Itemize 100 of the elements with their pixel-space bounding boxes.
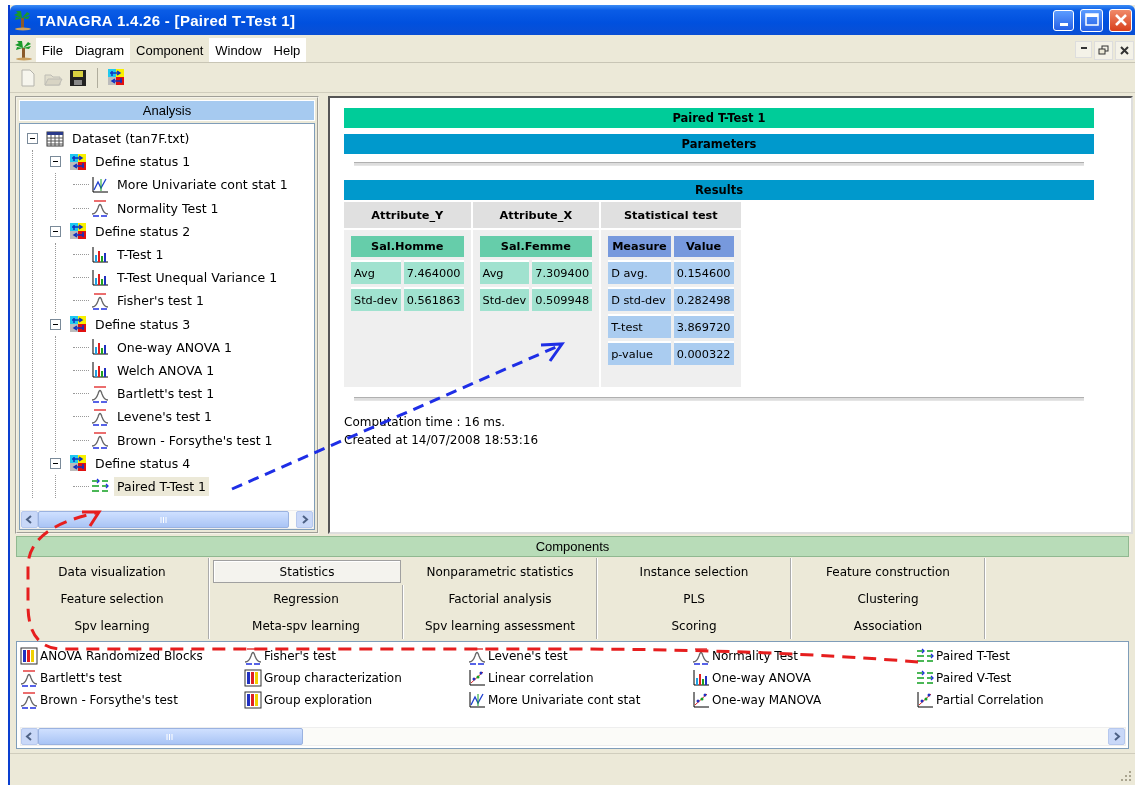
arrows-squares-icon[interactable] [107,67,127,88]
bell-curve-icon [91,291,109,310]
tab[interactable]: Feature selection [16,585,210,612]
scrollbar[interactable] [20,510,314,529]
menu-item[interactable]: Window [209,38,268,62]
striped-grid-icon [244,669,262,687]
bell-curve-icon [91,384,109,403]
tool-list-item[interactable]: Levene's test [488,649,568,663]
tool-list-item[interactable]: Fisher's test [264,649,336,663]
tab[interactable]: Spv learning [16,612,210,639]
palm-tree-icon [13,9,33,31]
chevron-right-icon[interactable] [1112,732,1121,741]
minimize-icon [1080,46,1087,49]
bell-curve-icon [91,407,109,426]
tree-item[interactable]: Fisher's test 1 [114,291,207,311]
chevron-left-icon[interactable] [25,732,34,741]
section-heading: Parameters [344,134,1094,154]
scroll-left-button[interactable] [21,511,38,528]
table-cell: Avg [351,260,401,284]
tree-item[interactable]: Levene's test 1 [114,407,215,427]
tree-item[interactable]: More Univariate cont stat 1 [114,175,291,195]
chevron-right-icon[interactable] [300,515,309,524]
tab[interactable]: Instance selection [598,558,792,585]
tool-list-item[interactable]: More Univariate cont stat [488,693,641,707]
tab[interactable]: Meta-spv learning [210,612,404,639]
collapse-icon[interactable] [50,318,61,330]
palm-tree-icon [14,39,34,61]
column-header: Value [673,236,734,257]
menu-item[interactable]: Diagram [68,38,131,62]
tool-list-item[interactable]: Brown - Forsythe's test [40,693,178,707]
scrollbar[interactable] [20,727,1126,746]
column-header: Sal.Homme [351,236,464,257]
bar-chart-icon [692,669,710,687]
tool-list-item[interactable]: Paired T-Test [936,649,1010,663]
tool-list-item[interactable]: One-way ANOVA [712,671,811,685]
tool-list-item[interactable]: Paired V-Test [936,671,1012,685]
table-cell: 3.869720 [673,314,734,338]
panel-header: Analysis [19,100,315,121]
scatter-plot-icon [692,691,710,709]
collapse-icon[interactable] [50,156,61,168]
bar-chart-icon [91,245,109,264]
menu-item[interactable]: File [36,38,69,62]
tab[interactable]: Data visualization [16,558,210,585]
scroll-left-button[interactable] [21,728,38,745]
tab[interactable]: Factorial analysis [404,585,598,612]
maximize-button[interactable] [1080,8,1103,32]
tree-item[interactable]: T-Test Unequal Variance 1 [114,268,281,288]
scroll-right-button[interactable] [296,511,313,528]
tree-item[interactable]: Normality Test 1 [114,198,222,218]
chevron-left-icon[interactable] [25,515,34,524]
tree-item[interactable]: Brown - Forsythe's test 1 [114,430,276,450]
column-header: Sal.Femme [479,236,593,257]
scrollbar-thumb[interactable] [38,728,303,745]
collapse-icon[interactable] [50,225,61,237]
tool-list-item[interactable]: Group characterization [264,671,402,685]
tab[interactable]: Statistics [213,560,401,583]
scrollbar-thumb[interactable] [38,511,290,528]
close-button[interactable] [1115,41,1134,60]
tool-list-item[interactable]: Bartlett's test [40,671,122,685]
tool-list-item[interactable]: One-way MANOVA [712,693,822,707]
restore-button[interactable] [1094,41,1113,60]
tree-item[interactable]: Welch ANOVA 1 [114,360,218,380]
bar-chart-icon [91,268,109,287]
collapse-icon[interactable] [27,133,38,145]
info-text: Computation time : 16 ms. [344,414,507,431]
tool-list-item[interactable]: Partial Correlation [936,693,1044,707]
collapse-icon[interactable] [50,457,61,469]
window-title: TANAGRA 1.4.26 - [Paired T-Test 1] [37,11,296,29]
arrows-squares-icon [69,152,87,171]
resize-grip-icon[interactable] [1120,770,1132,782]
restore-icon [1097,44,1110,57]
tool-list-item[interactable]: ANOVA Randomized Blocks [40,649,203,663]
table-cell: D std-dev [608,287,671,311]
tree-item[interactable]: Bartlett's test 1 [114,384,218,404]
tool-list-item[interactable]: Group exploration [264,693,373,707]
scroll-right-button[interactable] [1108,728,1125,745]
tree-item[interactable]: Define status 4 [92,453,194,473]
tab[interactable]: Clustering [792,585,986,612]
tool-list-item[interactable]: Linear correlation [488,671,594,685]
tab[interactable]: Feature construction [792,558,986,585]
tree-item[interactable]: Paired T-Test 1 [114,476,209,496]
bell-curve-icon [20,669,38,687]
paired-arrows-icon [916,669,934,687]
tree-item[interactable]: One-way ANOVA 1 [114,337,235,357]
panel-header: Components [16,536,1129,557]
tree-item[interactable]: T-Test 1 [114,245,167,265]
tab[interactable]: Regression [210,585,404,612]
tree-item[interactable]: Define status 3 [92,314,194,334]
tree-item[interactable]: Define status 2 [92,221,194,241]
tab[interactable]: Spv learning assessment [404,612,598,639]
tab[interactable]: PLS [598,585,792,612]
tab[interactable]: Nonparametric statistics [404,558,598,585]
tree-item[interactable]: Define status 1 [92,152,194,172]
minimize-icon [1059,22,1068,26]
grip-icon [159,515,168,524]
tree-item[interactable]: Dataset (tan7F.txt) [69,129,193,149]
tab[interactable]: Association [792,612,986,639]
tab[interactable]: Scoring [598,612,792,639]
menu-item[interactable]: Help [267,38,307,62]
minimize-button[interactable] [1075,41,1092,58]
